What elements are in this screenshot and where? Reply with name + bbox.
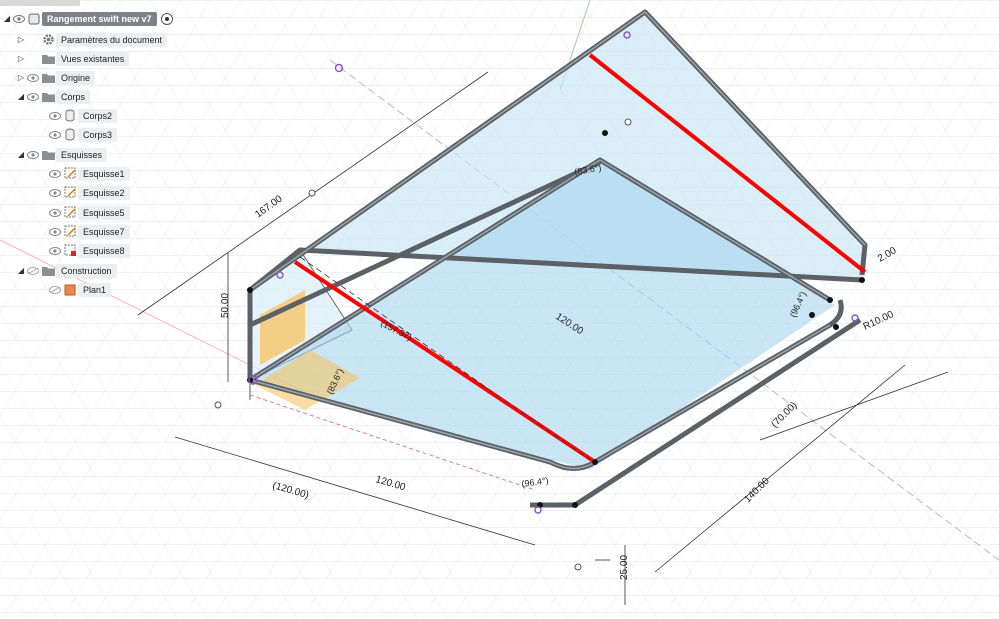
dim-50[interactable]: 50.00 bbox=[220, 293, 231, 318]
eye-icon[interactable] bbox=[26, 69, 40, 86]
browser-item-parametres[interactable]: ▷ Paramètres du document bbox=[16, 31, 168, 48]
eye-icon[interactable] bbox=[48, 242, 62, 259]
browser-item-label: Corps bbox=[56, 89, 91, 104]
expand-triangle-icon[interactable]: ▷ bbox=[16, 69, 26, 86]
browser-item-plan1[interactable]: Plan1 bbox=[48, 281, 112, 298]
browser-item-corps3[interactable]: Corps3 bbox=[48, 126, 118, 143]
root-component-row[interactable]: ◢ Rangement swift new v7 bbox=[2, 10, 173, 27]
eye-hidden-icon[interactable] bbox=[48, 281, 62, 298]
eye-icon[interactable] bbox=[48, 107, 62, 124]
sketch-locked-icon bbox=[62, 242, 78, 259]
folder-icon bbox=[40, 69, 56, 86]
browser-item-construction[interactable]: ◢ Construction bbox=[16, 262, 117, 279]
folder-icon bbox=[40, 50, 56, 67]
browser-item-label: Esquisse5 bbox=[78, 205, 130, 220]
browser-item-label: Esquisse7 bbox=[78, 224, 130, 239]
browser-header-strip bbox=[0, 0, 80, 6]
browser-item-label: Construction bbox=[56, 263, 117, 278]
browser-item-label: Esquisse2 bbox=[78, 185, 130, 200]
browser-item-esquisse8[interactable]: Esquisse8 bbox=[48, 242, 130, 259]
browser-item-label: Origine bbox=[56, 70, 96, 85]
eye-icon[interactable] bbox=[12, 10, 26, 27]
activate-radio-icon[interactable] bbox=[160, 12, 173, 25]
browser-item-esquisse1[interactable]: Esquisse1 bbox=[48, 165, 130, 182]
eye-icon[interactable] bbox=[48, 184, 62, 201]
browser-item-label: Esquisse1 bbox=[78, 166, 130, 181]
browser-panel: ◢ Rangement swift new v7 ▷ Paramètres du… bbox=[0, 0, 220, 310]
root-component-label[interactable]: Rangement swift new v7 bbox=[42, 11, 157, 26]
sketch-icon bbox=[62, 184, 78, 201]
browser-item-vues[interactable]: ▷ Vues existantes bbox=[16, 50, 130, 67]
plane-icon bbox=[62, 281, 78, 298]
browser-item-esquisse7[interactable]: Esquisse7 bbox=[48, 223, 130, 240]
browser-item-label: Corps3 bbox=[78, 127, 118, 142]
sketch-icon bbox=[62, 223, 78, 240]
browser-item-esquisse5[interactable]: Esquisse5 bbox=[48, 204, 130, 221]
collapse-triangle-icon[interactable]: ◢ bbox=[16, 88, 26, 105]
eye-hidden-icon[interactable] bbox=[26, 262, 40, 279]
expand-triangle-icon[interactable]: ▷ bbox=[16, 31, 26, 48]
eye-icon[interactable] bbox=[48, 204, 62, 221]
component-icon bbox=[26, 10, 42, 27]
eye-icon[interactable] bbox=[26, 146, 40, 163]
folder-icon bbox=[40, 88, 56, 105]
body-icon bbox=[62, 126, 78, 143]
dim-25[interactable]: 25.00 bbox=[619, 555, 630, 580]
eye-icon[interactable] bbox=[26, 88, 40, 105]
eye-icon[interactable] bbox=[48, 165, 62, 182]
browser-item-esquisse2[interactable]: Esquisse2 bbox=[48, 184, 130, 201]
folder-icon bbox=[40, 146, 56, 163]
body-icon bbox=[62, 107, 78, 124]
browser-item-label: Esquisse8 bbox=[78, 243, 130, 258]
browser-item-corps[interactable]: ◢ Corps bbox=[16, 88, 91, 105]
sketch-icon bbox=[62, 165, 78, 182]
expand-triangle-icon[interactable]: ▷ bbox=[16, 50, 26, 67]
sketch-icon bbox=[62, 204, 78, 221]
browser-item-label: Plan1 bbox=[78, 282, 112, 297]
browser-item-origine[interactable]: ▷ Origine bbox=[16, 69, 96, 86]
browser-item-corps2[interactable]: Corps2 bbox=[48, 107, 118, 124]
browser-item-label: Corps2 bbox=[78, 108, 118, 123]
collapse-triangle-icon[interactable]: ◢ bbox=[16, 146, 26, 163]
eye-icon[interactable] bbox=[48, 223, 62, 240]
eye-icon[interactable] bbox=[48, 126, 62, 143]
folder-icon bbox=[40, 262, 56, 279]
collapse-triangle-icon[interactable]: ◢ bbox=[16, 262, 26, 279]
browser-item-label: Esquisses bbox=[56, 147, 108, 162]
browser-item-label: Vues existantes bbox=[56, 51, 130, 66]
browser-item-label: Paramètres du document bbox=[56, 32, 168, 47]
collapse-triangle-icon[interactable]: ◢ bbox=[2, 10, 12, 27]
gear-icon bbox=[40, 31, 56, 48]
browser-item-esquisses[interactable]: ◢ Esquisses bbox=[16, 146, 108, 163]
